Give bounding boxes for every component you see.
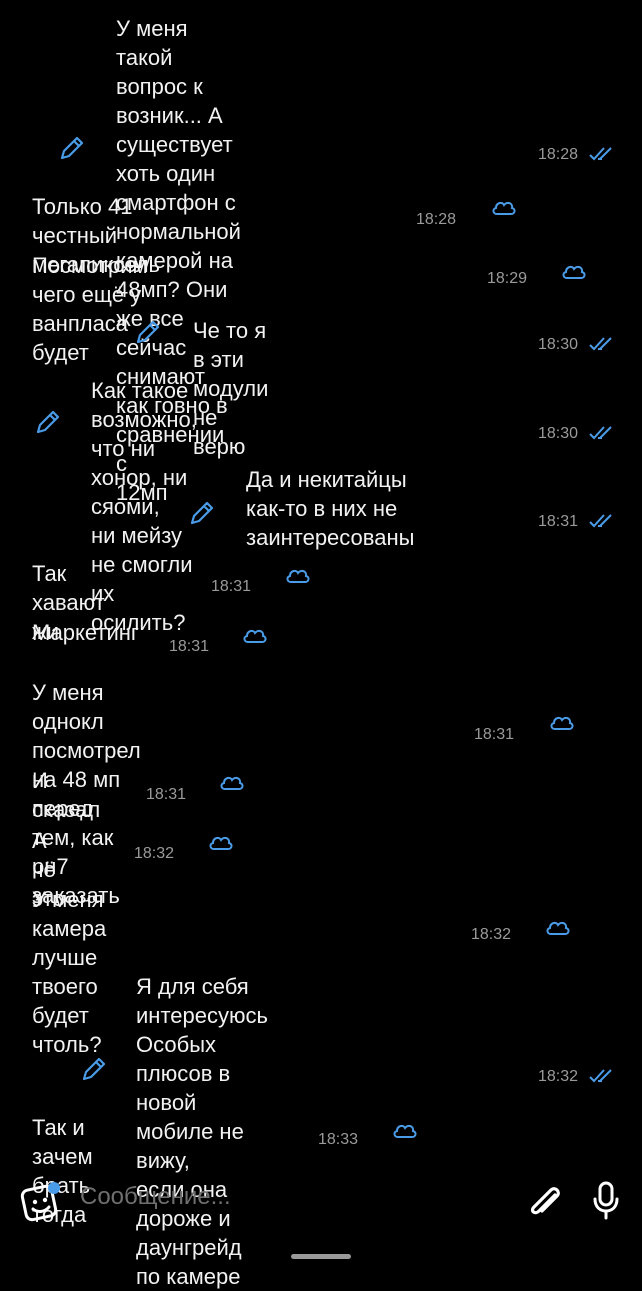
message-time: 18:30 bbox=[538, 336, 579, 353]
pencil-icon bbox=[60, 136, 84, 160]
message-text: Как такое возможно, что ни хонор, ни сяо… bbox=[91, 378, 197, 635]
double-check-icon bbox=[589, 147, 612, 161]
double-check-icon bbox=[589, 337, 612, 351]
paperclip-icon[interactable] bbox=[525, 1177, 565, 1221]
double-check-icon bbox=[589, 1069, 612, 1083]
message-time: 18:31 bbox=[146, 786, 187, 803]
sticker-icon[interactable] bbox=[20, 1180, 64, 1224]
message-time: 18:33 bbox=[318, 1131, 359, 1148]
message-time: 18:29 bbox=[487, 270, 528, 287]
double-check-icon bbox=[589, 514, 612, 528]
pencil-icon bbox=[190, 501, 214, 525]
message-text: И сказал bbox=[32, 768, 101, 822]
message-time: 18:30 bbox=[538, 425, 579, 442]
cloud-icon bbox=[562, 265, 586, 279]
message-time: 18:31 bbox=[538, 513, 579, 530]
message-text: У меня камера лучше твоего будет чтоль? bbox=[32, 887, 107, 1057]
message-time: 18:32 bbox=[134, 845, 175, 862]
cloud-icon bbox=[492, 201, 516, 215]
message-text: Я для себя интересуюсь Особых плюсов в н… bbox=[136, 974, 268, 1289]
microphone-icon[interactable] bbox=[590, 1177, 622, 1221]
message-text: Че то я в эти модули не верю bbox=[193, 318, 269, 459]
chat-history[interactable]: У меня такой вопрос к возник... А сущест… bbox=[0, 0, 642, 1289]
message-text: Маркетинг bbox=[32, 620, 139, 645]
message-time: 18:32 bbox=[471, 926, 512, 943]
message-input[interactable]: Сообщение... bbox=[80, 1183, 231, 1211]
message-time: 18:28 bbox=[416, 211, 457, 228]
pencil-icon bbox=[36, 410, 60, 434]
pencil-icon bbox=[82, 1057, 106, 1081]
home-indicator[interactable] bbox=[291, 1254, 351, 1259]
message-text: Посмотрим чего ещё у ванпласа будет bbox=[32, 253, 148, 365]
double-check-icon bbox=[589, 426, 612, 440]
cloud-icon bbox=[209, 836, 233, 850]
message-time: 18:28 bbox=[538, 146, 579, 163]
message-time: 18:31 bbox=[169, 638, 210, 655]
cloud-icon bbox=[286, 569, 310, 583]
cloud-icon bbox=[393, 1124, 417, 1138]
message-composer: Сообщение... bbox=[0, 1165, 642, 1235]
cloud-icon bbox=[220, 776, 244, 790]
message-time: 18:32 bbox=[538, 1068, 579, 1085]
message-text: Да и некитайцы как-то в них не заинтерес… bbox=[246, 467, 415, 550]
cloud-icon bbox=[243, 629, 267, 643]
cloud-icon bbox=[546, 921, 570, 935]
pencil-icon bbox=[136, 320, 160, 344]
message-time: 18:31 bbox=[474, 726, 515, 743]
cloud-icon bbox=[550, 716, 574, 730]
message-time: 18:31 bbox=[211, 578, 252, 595]
